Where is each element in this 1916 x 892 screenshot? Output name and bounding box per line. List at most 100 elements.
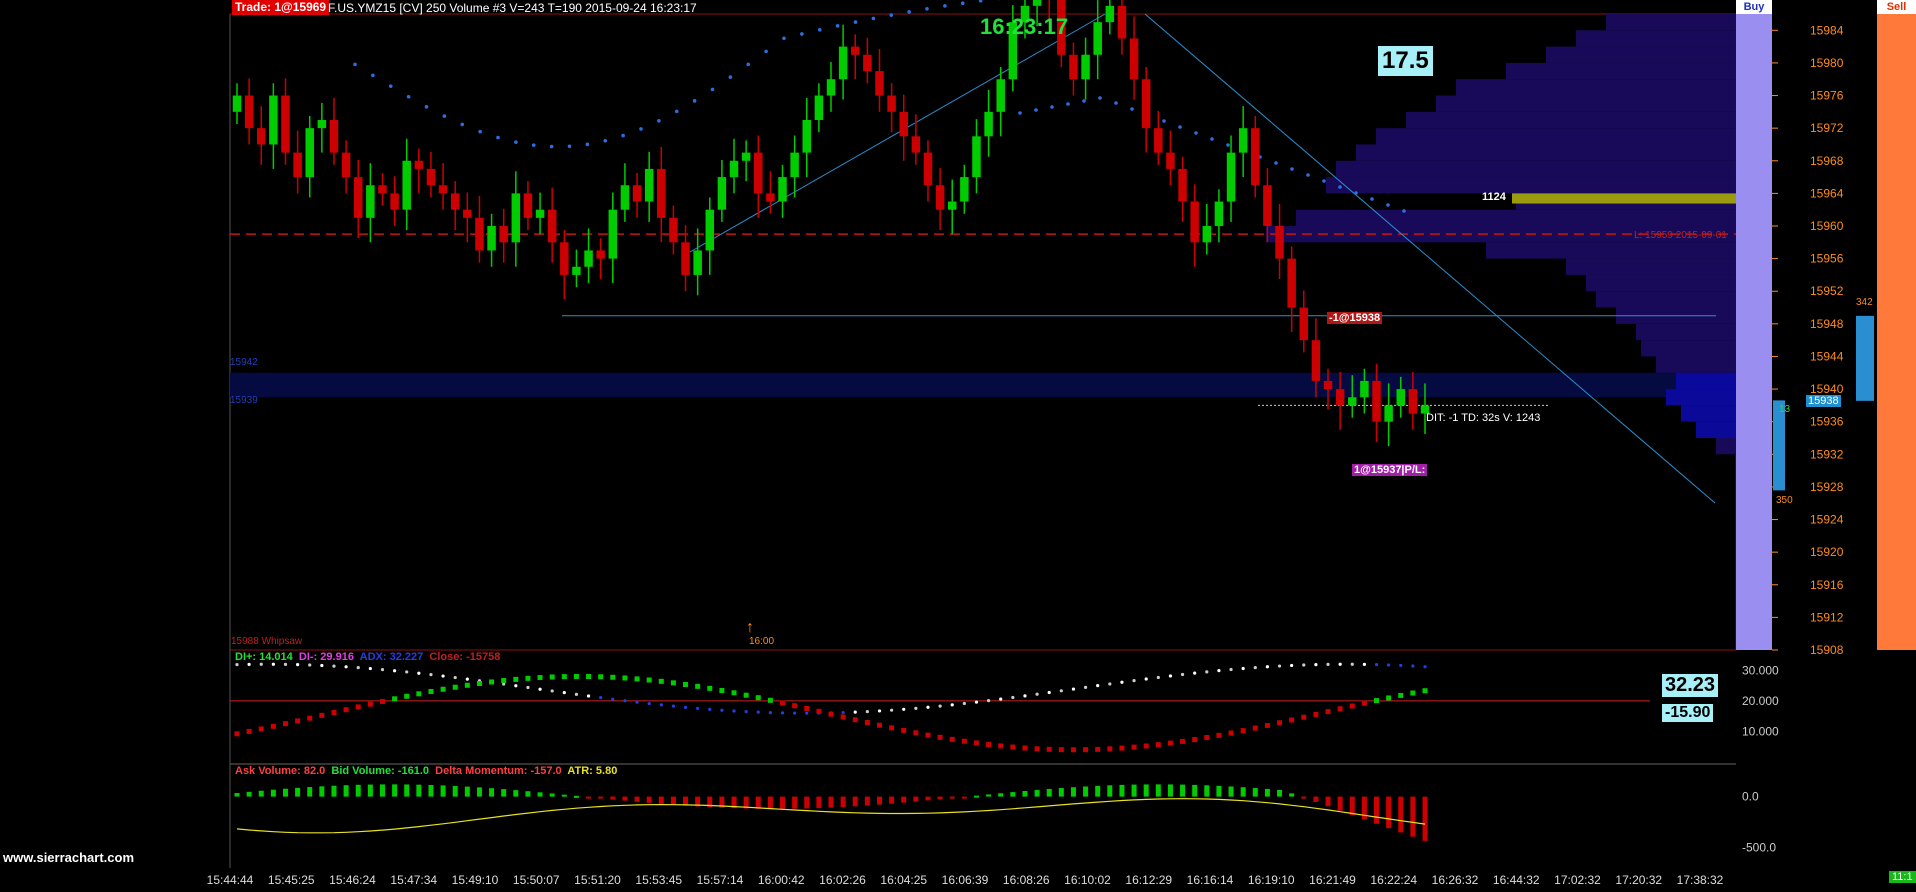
adx-dot xyxy=(248,663,251,666)
candle-body xyxy=(1190,202,1198,243)
symbol-info: F.US.YMZ15 [CV] 250 Volume #3 V=243 T=19… xyxy=(328,1,697,15)
ma-dot xyxy=(764,50,768,54)
candle-body xyxy=(875,71,883,95)
adx-dot xyxy=(1157,676,1160,679)
adx-dot xyxy=(563,691,566,694)
di-square xyxy=(1035,746,1040,751)
adx-dot xyxy=(951,703,954,706)
di-square xyxy=(562,674,567,679)
di-square xyxy=(1313,712,1318,717)
price-tick-label: 15908 xyxy=(1810,643,1844,657)
adx-dot xyxy=(672,705,675,708)
adx-dot xyxy=(1242,667,1245,670)
profile-bar xyxy=(1506,63,1736,79)
candle-body xyxy=(1178,169,1186,202)
adx-dot xyxy=(1084,686,1087,689)
di-square xyxy=(307,716,312,721)
candle-body xyxy=(427,169,435,185)
di-square xyxy=(1277,720,1282,725)
vol-tick-label: -500.0 xyxy=(1742,841,1776,855)
delta-bar xyxy=(319,786,324,796)
delta-bar xyxy=(1180,785,1185,797)
di-square xyxy=(1144,744,1149,749)
price-tick-label: 15920 xyxy=(1810,545,1844,559)
di-square xyxy=(695,684,700,689)
adx-dot xyxy=(369,667,372,670)
adx-dot xyxy=(987,699,990,702)
adx-dot xyxy=(1096,684,1099,687)
time-tick-label: 16:02:26 xyxy=(819,873,866,887)
di-square xyxy=(829,712,834,717)
price-tick-label: 15964 xyxy=(1810,186,1844,200)
adx-dot xyxy=(999,697,1002,700)
profile-bar xyxy=(1666,389,1736,405)
di-square xyxy=(465,683,470,688)
di-square xyxy=(610,675,615,680)
delta-bar xyxy=(889,797,894,804)
di-square xyxy=(295,718,300,723)
sell-button[interactable]: Sell xyxy=(1877,0,1916,650)
price-tick-label: 15912 xyxy=(1810,610,1844,624)
candle-body xyxy=(996,79,1004,112)
delta-bar xyxy=(768,797,773,809)
delta-bar xyxy=(1386,797,1391,829)
delta-bar xyxy=(574,796,579,798)
candle-body xyxy=(960,177,968,201)
delta-bar xyxy=(1119,785,1124,797)
adx-dot xyxy=(599,696,602,699)
adx-dot xyxy=(854,711,857,714)
ma-dot xyxy=(389,84,393,88)
adx-dot xyxy=(1411,664,1414,667)
price-tick-label: 15968 xyxy=(1810,154,1844,168)
delta-bar xyxy=(1083,786,1088,796)
candle-body xyxy=(948,202,956,210)
candle-body xyxy=(1372,381,1380,422)
delta-bar xyxy=(950,797,955,799)
ma-dot xyxy=(1162,119,1166,123)
candle-body xyxy=(742,153,750,161)
candle-body xyxy=(1130,38,1138,79)
buy-button[interactable]: Buy xyxy=(1736,0,1772,650)
adx-dot xyxy=(1193,672,1196,675)
dom-bot-label: 350 xyxy=(1776,495,1793,506)
adx-dot xyxy=(1351,663,1354,666)
adx-dot xyxy=(1302,663,1305,666)
candle-body xyxy=(536,210,544,218)
adx-dot xyxy=(1387,663,1390,666)
di-square xyxy=(1083,747,1088,752)
ma-dot xyxy=(729,75,733,79)
delta-bar xyxy=(780,797,785,809)
di-square xyxy=(368,702,373,707)
di-square xyxy=(1338,706,1343,711)
adx-dot xyxy=(587,694,590,697)
candle-body xyxy=(366,185,374,218)
di-square xyxy=(392,696,397,701)
ma-dot xyxy=(961,1,965,5)
corner-badge: 11:1 xyxy=(1889,871,1916,883)
adx-dot xyxy=(1217,669,1220,672)
delta-bar xyxy=(392,784,397,796)
candle-body xyxy=(754,153,762,194)
delta-bar xyxy=(1301,797,1306,799)
ma-dot xyxy=(550,145,554,149)
adx-dot xyxy=(575,693,578,696)
delta-bar xyxy=(453,786,458,797)
di-square xyxy=(635,676,640,681)
time-tick-label: 16:26:32 xyxy=(1432,873,1479,887)
di-square xyxy=(1326,709,1331,714)
ma-dot xyxy=(1210,137,1214,141)
time-tick-label: 16:00:42 xyxy=(758,873,805,887)
ma-dot xyxy=(746,63,750,67)
price-tick-label: 15924 xyxy=(1810,513,1844,527)
adx-dot xyxy=(781,711,784,714)
adx-dot xyxy=(745,710,748,713)
delta-bar xyxy=(1338,797,1343,811)
di-square xyxy=(1107,746,1112,751)
candle-body xyxy=(390,193,398,209)
time-tick-label: 15:49:10 xyxy=(452,873,499,887)
candle-body xyxy=(1093,22,1101,55)
ma-dot xyxy=(800,32,804,36)
ma-dot xyxy=(496,136,500,140)
adx-badge: 32.23 xyxy=(1662,674,1718,697)
adx-dot xyxy=(769,711,772,714)
